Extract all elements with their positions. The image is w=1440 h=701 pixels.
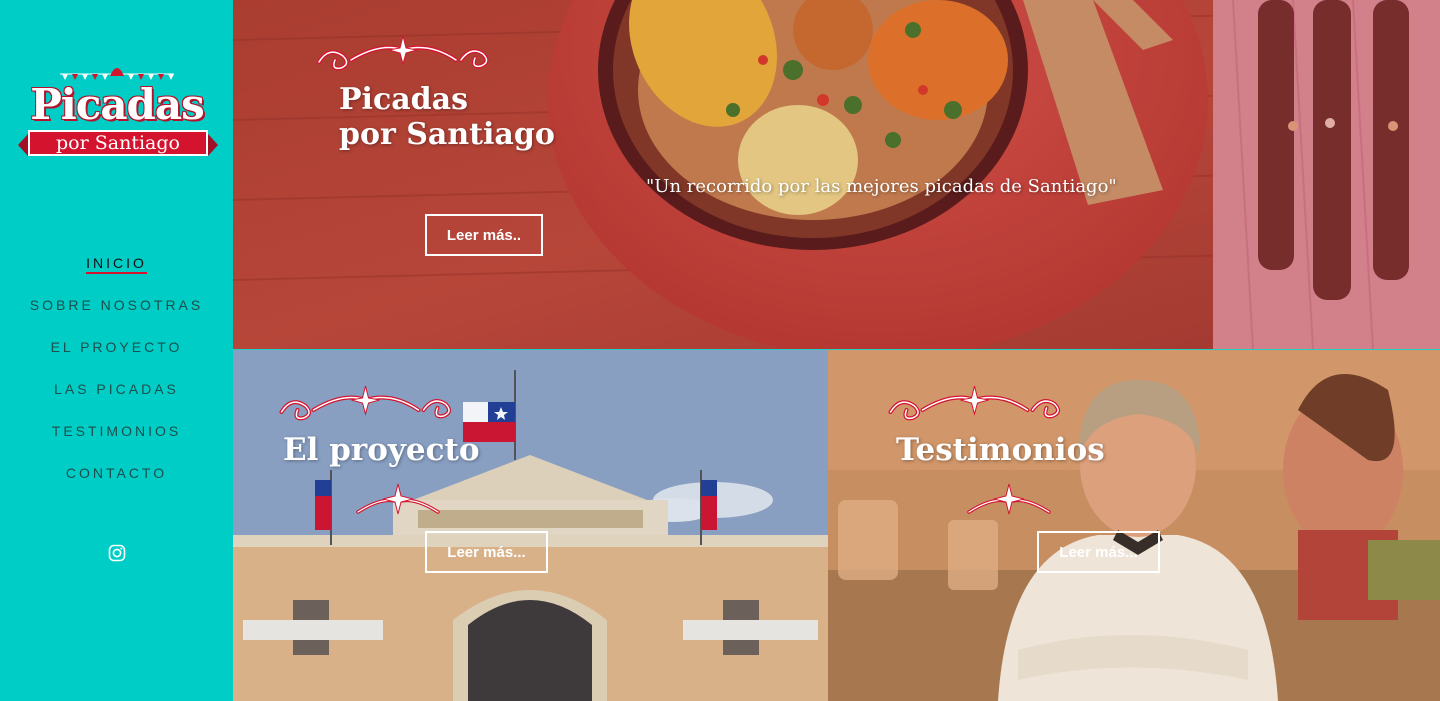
ornament-swirl: [317, 35, 489, 71]
ornament-star: [967, 483, 1051, 515]
hero-title-line1: Picadas: [339, 82, 468, 117]
project-title: El proyecto: [283, 432, 480, 468]
nav-item-label: SOBRE NOSOTRAS: [29, 297, 204, 313]
nav-item-label: CONTACTO: [65, 465, 168, 481]
nav-item-label: INICIO: [86, 255, 147, 274]
nav-item-inicio[interactable]: INICIO: [0, 252, 233, 294]
nav-item-label: EL PROYECTO: [50, 339, 183, 355]
logo-ribbon: por Santiago: [18, 130, 218, 156]
testimonials-title: Testimonios: [896, 432, 1105, 468]
hero-banner: Picadas por Santiago "Un recorrido por l…: [233, 0, 1440, 349]
ornament-star: [356, 483, 440, 515]
nav-item-sobre-nosotras[interactable]: SOBRE NOSOTRAS: [0, 294, 233, 336]
sidebar: Picadas por Santiago INICIO SOBRE NOSOTR…: [0, 0, 233, 701]
site-logo[interactable]: Picadas por Santiago: [18, 58, 218, 160]
project-panel: El proyecto Leer más...: [233, 350, 828, 701]
instagram-icon[interactable]: [108, 544, 126, 562]
hero-title: Picadas por Santiago: [339, 82, 599, 152]
hero-read-more-button[interactable]: Leer más..: [425, 214, 543, 256]
project-read-more-button[interactable]: Leer más...: [425, 531, 548, 573]
nav-item-label: TESTIMONIOS: [51, 423, 182, 439]
testimonials-panel: Testimonios Leer más...: [828, 350, 1440, 701]
nav-item-label: LAS PICADAS: [54, 381, 179, 397]
hero-tagline: "Un recorrido por las mejores picadas de…: [646, 176, 1117, 197]
logo-title: Picadas: [30, 80, 205, 129]
ornament-swirl: [888, 385, 1060, 421]
bunting-decoration: [60, 68, 174, 80]
hero-title-line2: por Santiago: [339, 117, 555, 152]
logo-subtitle: por Santiago: [56, 132, 180, 154]
testimonials-read-more-button[interactable]: Leer más...: [1037, 531, 1160, 573]
nav-item-las-picadas[interactable]: LAS PICADAS: [0, 378, 233, 420]
nav-item-testimonios[interactable]: TESTIMONIOS: [0, 420, 233, 462]
nav-item-el-proyecto[interactable]: EL PROYECTO: [0, 336, 233, 378]
main-nav: INICIO SOBRE NOSOTRAS EL PROYECTO LAS PI…: [0, 252, 233, 504]
ornament-swirl: [279, 385, 451, 421]
nav-item-contacto[interactable]: CONTACTO: [0, 462, 233, 504]
